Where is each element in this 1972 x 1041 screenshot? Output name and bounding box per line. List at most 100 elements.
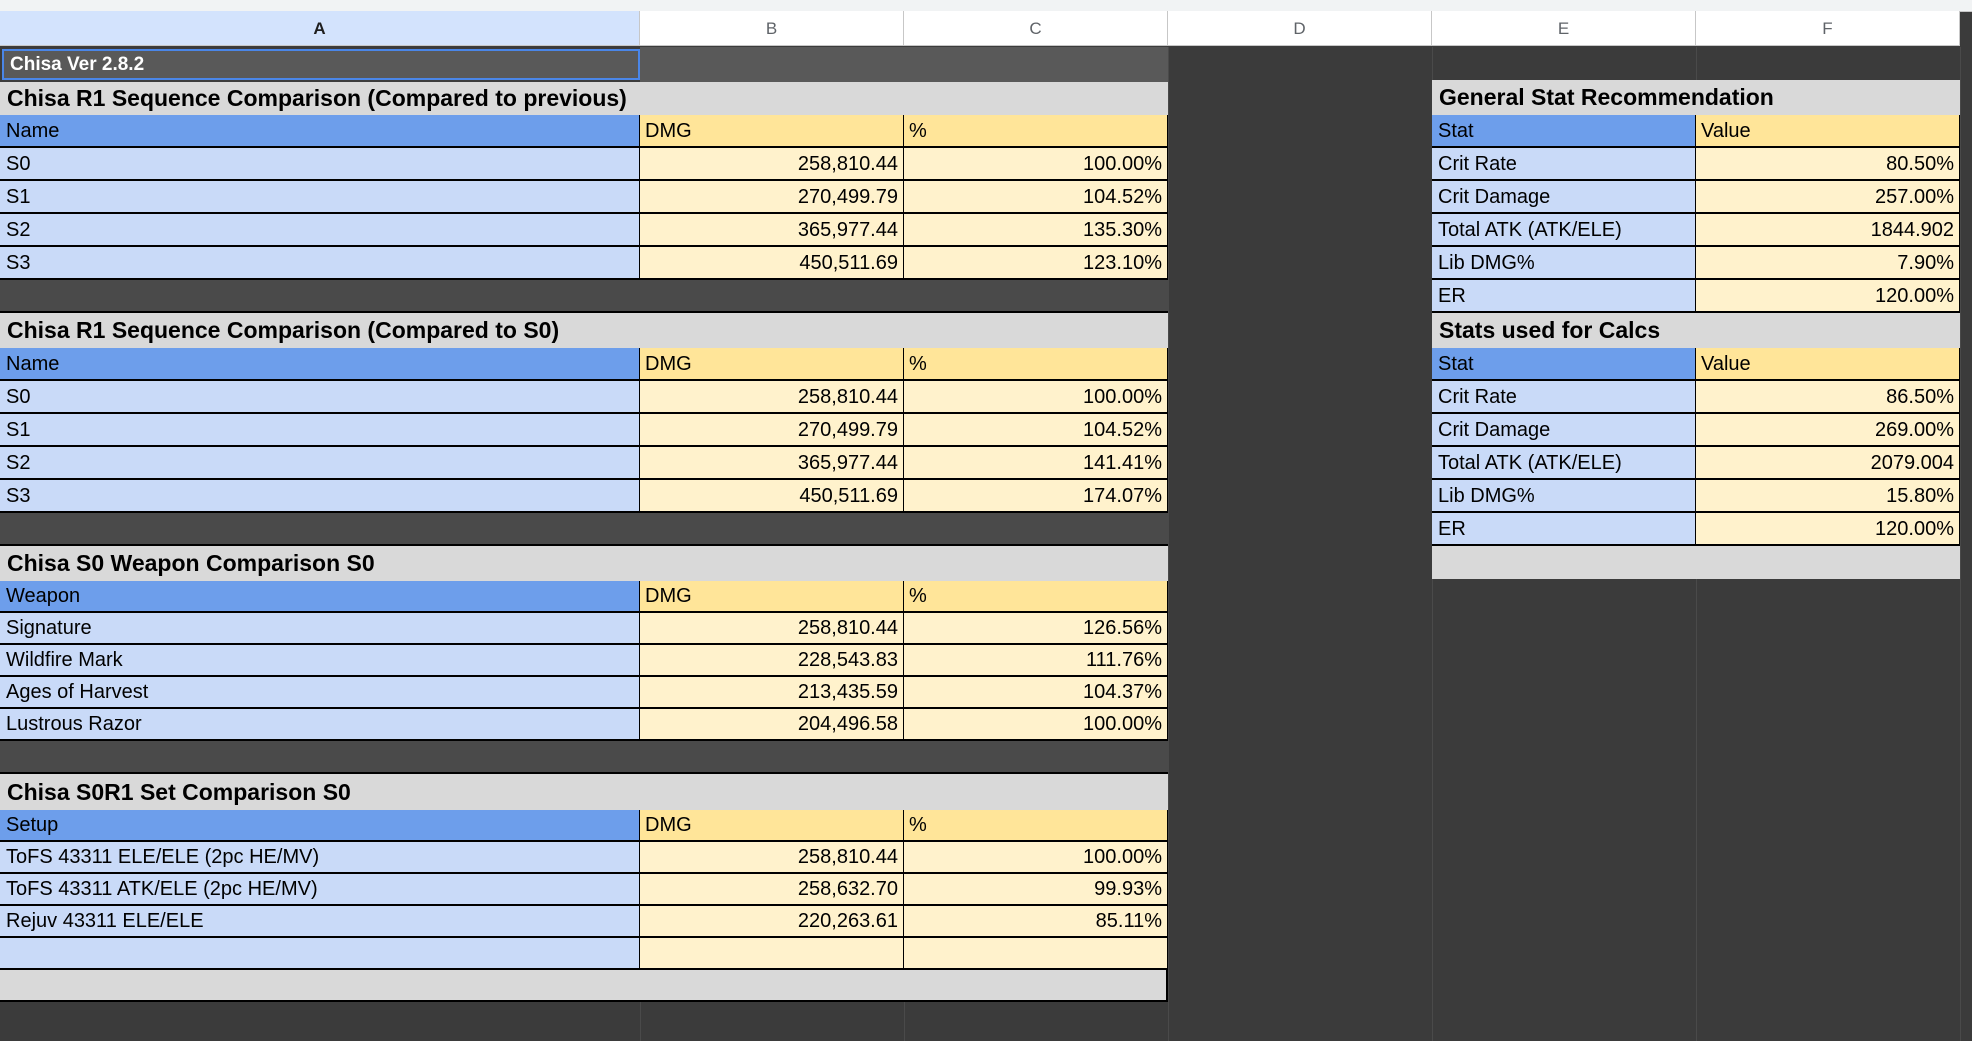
stat-name-cell[interactable]: Total ATK (ATK/ELE) bbox=[1432, 214, 1696, 247]
row-percent-cell[interactable]: 100.00% bbox=[904, 381, 1168, 414]
row-percent-cell[interactable]: 100.00% bbox=[904, 709, 1168, 741]
row-name-cell[interactable]: ToFS 43311 ELE/ELE (2pc HE/MV) bbox=[0, 842, 640, 874]
row-dmg-cell[interactable]: 365,977.44 bbox=[640, 214, 904, 247]
row-percent-cell[interactable] bbox=[904, 938, 1168, 970]
stat-value-cell[interactable]: 15.80% bbox=[1696, 480, 1960, 513]
column-header-e[interactable]: E bbox=[1432, 11, 1696, 46]
row-dmg-cell[interactable] bbox=[640, 938, 904, 970]
header-dmg[interactable]: DMG bbox=[640, 810, 904, 842]
stat-value-cell[interactable]: 7.90% bbox=[1696, 247, 1960, 280]
row-name-cell[interactable]: S1 bbox=[0, 414, 640, 447]
row-name-cell[interactable]: Lustrous Razor bbox=[0, 709, 640, 741]
stat-name-cell[interactable]: Crit Rate bbox=[1432, 381, 1696, 414]
stat-name-cell[interactable]: Total ATK (ATK/ELE) bbox=[1432, 447, 1696, 480]
row-name-cell[interactable]: S3 bbox=[0, 247, 640, 280]
header-percent[interactable]: % bbox=[904, 348, 1168, 381]
row-percent-cell[interactable]: 100.00% bbox=[904, 842, 1168, 874]
column-header-f[interactable]: F bbox=[1696, 11, 1960, 46]
row-dmg-cell[interactable]: 270,499.79 bbox=[640, 414, 904, 447]
row-percent-cell[interactable]: 100.00% bbox=[904, 148, 1168, 181]
header-stat[interactable]: Stat bbox=[1432, 348, 1696, 381]
header-name[interactable]: Name bbox=[0, 348, 640, 381]
table-title-weapon[interactable]: Chisa S0 Weapon Comparison S0 bbox=[0, 546, 1168, 581]
row-name-cell[interactable]: S0 bbox=[0, 381, 640, 414]
stat-name-cell[interactable]: Crit Damage bbox=[1432, 181, 1696, 214]
row-percent-cell[interactable]: 104.52% bbox=[904, 181, 1168, 214]
header-dmg[interactable]: DMG bbox=[640, 581, 904, 613]
row-name-cell[interactable]: Ages of Harvest bbox=[0, 677, 640, 709]
row-dmg-cell[interactable]: 450,511.69 bbox=[640, 247, 904, 280]
row-name-cell[interactable]: S2 bbox=[0, 214, 640, 247]
version-cell[interactable]: Chisa Ver 2.8.2 bbox=[2, 49, 640, 80]
sheet-grid[interactable]: Chisa Ver 2.8.2 Chisa R1 Sequence Compar… bbox=[0, 47, 1972, 1041]
row-percent-cell[interactable]: 111.76% bbox=[904, 645, 1168, 677]
header-value[interactable]: Value bbox=[1696, 115, 1960, 148]
header-percent[interactable]: % bbox=[904, 581, 1168, 613]
row-percent-cell[interactable]: 174.07% bbox=[904, 480, 1168, 513]
header-dmg[interactable]: DMG bbox=[640, 348, 904, 381]
row-dmg-cell[interactable]: 204,496.58 bbox=[640, 709, 904, 741]
stat-value-cell[interactable]: 257.00% bbox=[1696, 181, 1960, 214]
row-dmg-cell[interactable]: 220,263.61 bbox=[640, 906, 904, 938]
stat-value-cell[interactable]: 1844.902 bbox=[1696, 214, 1960, 247]
table-title-set[interactable]: Chisa S0R1 Set Comparison S0 bbox=[0, 774, 1168, 810]
row-percent-cell[interactable]: 104.37% bbox=[904, 677, 1168, 709]
stat-name-cell[interactable]: Lib DMG% bbox=[1432, 247, 1696, 280]
row-percent-cell[interactable]: 135.30% bbox=[904, 214, 1168, 247]
table-title-seq-s0[interactable]: Chisa R1 Sequence Comparison (Compared t… bbox=[0, 313, 1168, 348]
column-header-c[interactable]: C bbox=[904, 11, 1168, 46]
row-dmg-cell[interactable]: 258,632.70 bbox=[640, 874, 904, 906]
row-dmg-cell[interactable]: 228,543.83 bbox=[640, 645, 904, 677]
header-percent[interactable]: % bbox=[904, 115, 1168, 148]
row-name-cell[interactable]: S3 bbox=[0, 480, 640, 513]
row-name-cell[interactable]: S0 bbox=[0, 148, 640, 181]
row-dmg-cell[interactable]: 258,810.44 bbox=[640, 148, 904, 181]
header-weapon[interactable]: Weapon bbox=[0, 581, 640, 613]
stat-name-cell[interactable]: Lib DMG% bbox=[1432, 480, 1696, 513]
header-setup[interactable]: Setup bbox=[0, 810, 640, 842]
stat-name-cell[interactable]: ER bbox=[1432, 280, 1696, 313]
stat-name-cell[interactable]: Crit Damage bbox=[1432, 414, 1696, 447]
spacer-row bbox=[0, 741, 1168, 774]
row-name-cell[interactable]: Signature bbox=[0, 613, 640, 645]
column-header-a[interactable]: A bbox=[0, 11, 640, 46]
row-percent-cell[interactable]: 104.52% bbox=[904, 414, 1168, 447]
row-percent-cell[interactable]: 123.10% bbox=[904, 247, 1168, 280]
column-header-b[interactable]: B bbox=[640, 11, 904, 46]
stat-value-cell[interactable]: 80.50% bbox=[1696, 148, 1960, 181]
row-dmg-cell[interactable]: 365,977.44 bbox=[640, 447, 904, 480]
row-dmg-cell[interactable]: 258,810.44 bbox=[640, 842, 904, 874]
stat-name-cell[interactable]: Crit Rate bbox=[1432, 148, 1696, 181]
stat-value-cell[interactable]: 2079.004 bbox=[1696, 447, 1960, 480]
row-percent-cell[interactable]: 85.11% bbox=[904, 906, 1168, 938]
row-name-cell[interactable]: Wildfire Mark bbox=[0, 645, 640, 677]
table-title-seq-prev[interactable]: Chisa R1 Sequence Comparison (Compared t… bbox=[0, 82, 1168, 115]
header-stat[interactable]: Stat bbox=[1432, 115, 1696, 148]
row-name-cell[interactable] bbox=[0, 938, 640, 970]
stat-value-cell[interactable]: 120.00% bbox=[1696, 280, 1960, 313]
row-dmg-cell[interactable]: 270,499.79 bbox=[640, 181, 904, 214]
row-dmg-cell[interactable]: 450,511.69 bbox=[640, 480, 904, 513]
stat-value-cell[interactable]: 269.00% bbox=[1696, 414, 1960, 447]
header-value[interactable]: Value bbox=[1696, 348, 1960, 381]
row-name-cell[interactable]: S2 bbox=[0, 447, 640, 480]
header-dmg[interactable]: DMG bbox=[640, 115, 904, 148]
column-header-d[interactable]: D bbox=[1168, 11, 1432, 46]
row-name-cell[interactable]: Rejuv 43311 ELE/ELE bbox=[0, 906, 640, 938]
row-dmg-cell[interactable]: 213,435.59 bbox=[640, 677, 904, 709]
row-name-cell[interactable]: S1 bbox=[0, 181, 640, 214]
row-dmg-cell[interactable]: 258,810.44 bbox=[640, 613, 904, 645]
row-percent-cell[interactable]: 126.56% bbox=[904, 613, 1168, 645]
table-title-calc-stats[interactable]: Stats used for Calcs bbox=[1432, 313, 1960, 348]
stat-value-cell[interactable]: 86.50% bbox=[1696, 381, 1960, 414]
stat-value-cell[interactable]: 120.00% bbox=[1696, 513, 1960, 546]
row-name-cell[interactable]: ToFS 43311 ATK/ELE (2pc HE/MV) bbox=[0, 874, 640, 906]
header-percent[interactable]: % bbox=[904, 810, 1168, 842]
table-title-general-stats[interactable]: General Stat Recommendation bbox=[1432, 80, 1960, 115]
row-percent-cell[interactable]: 141.41% bbox=[904, 447, 1168, 480]
header-name[interactable]: Name bbox=[0, 115, 640, 148]
stat-name-cell[interactable]: ER bbox=[1432, 513, 1696, 546]
gridline bbox=[1960, 47, 1961, 1041]
row-percent-cell[interactable]: 99.93% bbox=[904, 874, 1168, 906]
row-dmg-cell[interactable]: 258,810.44 bbox=[640, 381, 904, 414]
